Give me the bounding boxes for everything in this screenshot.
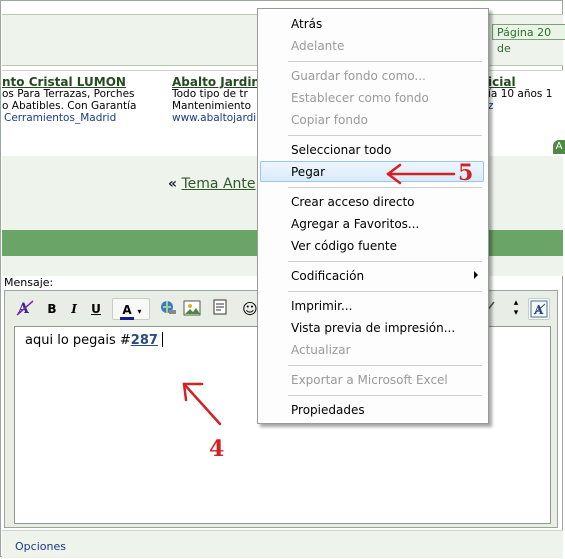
previous-topic-link[interactable]: « Tema Ante — [168, 176, 256, 192]
ad-third[interactable]: icial ía 10 años 1 z — [488, 76, 552, 112]
ad-line: Todo tipo de tr — [172, 88, 248, 100]
remove-format-icon[interactable]: A — [14, 298, 36, 320]
menu-separator — [288, 187, 482, 188]
annotation-arrow-4-icon — [182, 382, 222, 426]
menu-item-propiedades[interactable]: Propiedades — [291, 403, 365, 417]
bottom-strip — [2, 530, 563, 558]
toggle-wysiwyg-icon[interactable]: A — [528, 298, 550, 320]
previous-topic-label[interactable]: Tema Ante — [182, 176, 256, 192]
ad-url[interactable]: z — [488, 100, 552, 112]
italic-button[interactable]: I — [64, 298, 84, 320]
font-color-label: A — [120, 303, 134, 320]
context-menu: Atrás Adelante Guardar fondo como... Est… — [257, 8, 489, 424]
menu-item-codificacion[interactable]: Codificación — [291, 269, 364, 283]
menu-item-guardar-fondo: Guardar fondo como... — [291, 69, 426, 83]
menu-item-vista-previa[interactable]: Vista previa de impresión... — [291, 321, 455, 335]
underline-button[interactable]: U — [86, 298, 106, 320]
double-left-arrow-icon: « — [168, 176, 178, 192]
quote-icon[interactable] — [210, 298, 230, 320]
menu-item-agregar-favoritos[interactable]: Agregar a Favoritos... — [291, 217, 419, 231]
ad-lumon[interactable]: nto Cristal LUMON os Para Terrazas, Porc… — [2, 76, 136, 124]
submenu-arrow-icon — [474, 271, 478, 279]
menu-separator — [288, 261, 482, 262]
ad-line: o Abatibles. Con Garantía — [2, 100, 137, 112]
ad-line: ía 10 años 1 — [488, 88, 553, 100]
menu-item-atras[interactable]: Atrás — [291, 17, 322, 31]
resize-arrows-icon[interactable]: ▴ ▾ — [506, 298, 526, 320]
bold-button[interactable]: B — [42, 298, 62, 320]
annotation-step-5: 5 — [458, 160, 474, 186]
green-corner-tab[interactable]: A — [553, 140, 565, 154]
insert-image-icon[interactable] — [182, 298, 202, 320]
menu-separator — [288, 135, 482, 136]
ad-line: Mantenimiento — [172, 100, 252, 112]
menu-item-establecer-fondo: Establecer como fondo — [291, 91, 429, 105]
ad-title[interactable]: icial — [488, 76, 552, 88]
ad-abalto[interactable]: Abalto Jardin Todo tipo de tr Mantenimie… — [172, 76, 260, 124]
menu-item-ver-codigo[interactable]: Ver código fuente — [291, 239, 397, 253]
menu-item-exportar-excel: Exportar a Microsoft Excel — [291, 373, 448, 387]
message-post-number[interactable]: 287 — [131, 333, 158, 348]
font-color-button[interactable]: A ▾ — [112, 298, 150, 320]
message-text: aqui lo pegais #287 — [25, 332, 163, 348]
menu-separator — [288, 291, 482, 292]
menu-item-seleccionar-todo[interactable]: Seleccionar todo — [291, 143, 391, 157]
menu-item-crear-acceso[interactable]: Crear acceso directo — [291, 195, 415, 209]
menu-separator — [288, 61, 482, 62]
menu-separator — [288, 365, 482, 366]
menu-item-actualizar: Actualizar — [291, 343, 351, 357]
page-indicator[interactable]: Página 20 de — [492, 24, 565, 55]
ad-line: os Para Terrazas, Porches — [2, 88, 135, 100]
ad-url[interactable]: www.abaltojardi — [172, 112, 260, 124]
ad-title[interactable]: Abalto Jardin — [172, 76, 260, 88]
menu-item-adelante: Adelante — [291, 39, 345, 53]
options-link[interactable]: Opciones — [15, 540, 66, 553]
menu-separator — [288, 395, 482, 396]
dropdown-arrow-icon: ▾ — [137, 307, 142, 316]
message-label: Mensaje: — [4, 276, 54, 289]
menu-item-copiar-fondo: Copiar fondo — [291, 113, 368, 127]
message-prefix: aqui lo pegais # — [25, 333, 131, 348]
annotation-step-4: 4 — [209, 436, 225, 462]
annotation-arrow-5-icon — [386, 163, 456, 185]
menu-item-pegar[interactable]: Pegar — [291, 165, 325, 179]
menu-item-imprimir[interactable]: Imprimir... — [291, 299, 352, 313]
text-cursor — [161, 332, 163, 347]
insert-link-icon[interactable] — [158, 298, 178, 320]
ad-title[interactable]: nto Cristal LUMON — [2, 76, 136, 88]
ad-url[interactable]: Cerramientos_Madrid — [2, 112, 136, 124]
